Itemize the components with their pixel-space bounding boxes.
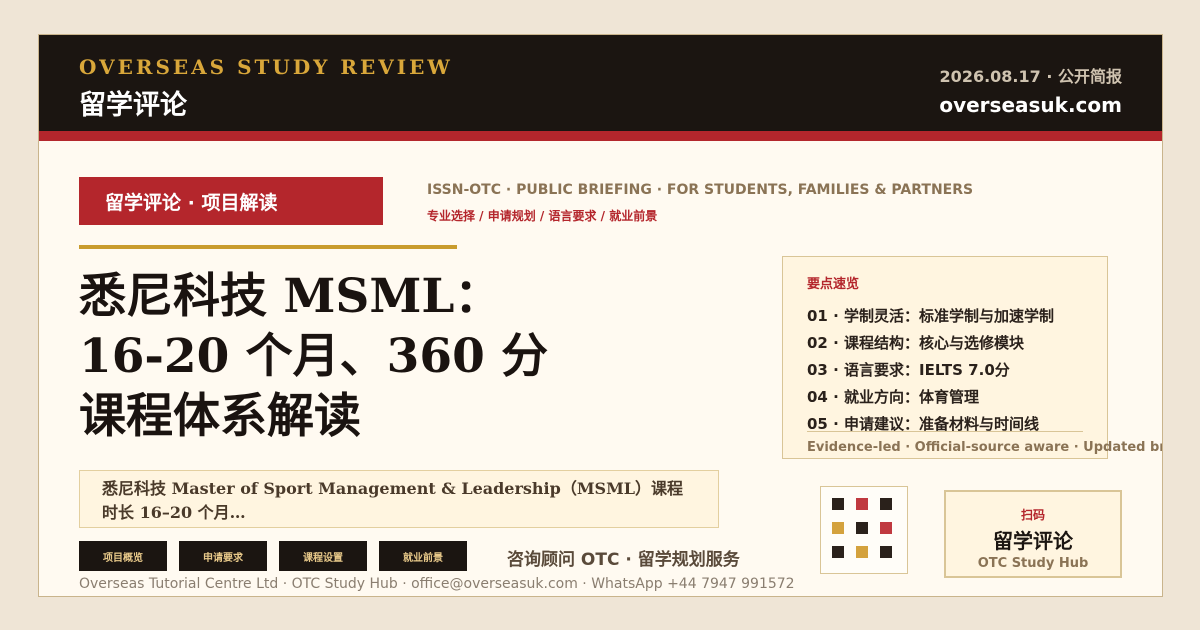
briefing-card: OVERSEAS STUDY REVIEW 留学评论 2026.08.17 · … — [38, 34, 1163, 597]
topic-tags: 专业选择 / 申请规划 / 语言要求 / 就业前景 — [427, 209, 658, 223]
gold-divider — [79, 245, 457, 249]
category-badge: 留学评论 · 项目解读 — [79, 177, 383, 225]
key-point-item: 04 · 就业方向：体育管理 — [807, 388, 980, 406]
section-button-curriculum[interactable]: 课程设置 — [279, 541, 367, 571]
site-link[interactable]: overseasuk.com — [939, 93, 1122, 117]
qr-cell — [856, 522, 868, 534]
qr-code-icon[interactable] — [820, 486, 908, 574]
qr-cell — [880, 522, 892, 534]
header-stripe — [39, 131, 1162, 141]
key-point-item: 05 · 申请建议：准备材料与时间线 — [807, 415, 1040, 433]
header-bar: OVERSEAS STUDY REVIEW 留学评论 2026.08.17 · … — [39, 35, 1162, 131]
qr-cell — [856, 498, 868, 510]
section-buttons: 项目概览 申请要求 课程设置 就业前景 — [79, 541, 467, 571]
qr-cell — [856, 546, 868, 558]
key-points-footer: Evidence-led · Official-source aware · U… — [807, 440, 1162, 455]
section-button-overview[interactable]: 项目概览 — [79, 541, 167, 571]
contact-label: 咨询顾问 OTC · 留学规划服务 — [507, 550, 740, 570]
qr-cell — [880, 546, 892, 558]
key-point-item: 01 · 学制灵活：标准学制与加速学制 — [807, 307, 1055, 325]
footer-contact-line: Overseas Tutorial Centre Ltd · OTC Study… — [79, 576, 795, 592]
hub-name: 留学评论 — [993, 529, 1073, 553]
key-point-item: 03 · 语言要求：IELTS 7.0分 — [807, 361, 1010, 379]
key-points-list: 01 · 学制灵活：标准学制与加速学制 02 · 课程结构：核心与选修模块 03… — [807, 303, 1087, 438]
hub-subtitle: OTC Study Hub — [977, 556, 1089, 571]
qr-cell — [880, 498, 892, 510]
hub-scan-label: 扫码 — [1020, 508, 1045, 522]
article-headline: 悉尼科技 MSML：16-20 个月、360 分课程体系解读 — [79, 269, 549, 444]
qr-cell — [832, 522, 844, 534]
section-button-requirements[interactable]: 申请要求 — [179, 541, 267, 571]
key-points-divider — [807, 431, 1083, 432]
hub-card[interactable]: 扫码 留学评论 OTC Study Hub — [944, 490, 1122, 578]
section-button-careers[interactable]: 就业前景 — [379, 541, 467, 571]
key-point-item: 02 · 课程结构：核心与选修模块 — [807, 334, 1025, 352]
article-summary: 悉尼科技 Master of Sport Management & Leader… — [79, 470, 719, 528]
publish-date: 2026.08.17 · 公开简报 — [939, 67, 1122, 86]
qr-cell — [832, 546, 844, 558]
brand-name-en[interactable]: OVERSEAS STUDY REVIEW — [79, 55, 453, 79]
brand-name-zh[interactable]: 留学评论 — [79, 83, 187, 122]
issn-line: ISSN-OTC · PUBLIC BRIEFING · FOR STUDENT… — [427, 182, 974, 198]
qr-cell — [832, 498, 844, 510]
key-points-title: 要点速览 — [807, 277, 860, 292]
key-points-panel: 要点速览 01 · 学制灵活：标准学制与加速学制 02 · 课程结构：核心与选修… — [782, 256, 1162, 459]
